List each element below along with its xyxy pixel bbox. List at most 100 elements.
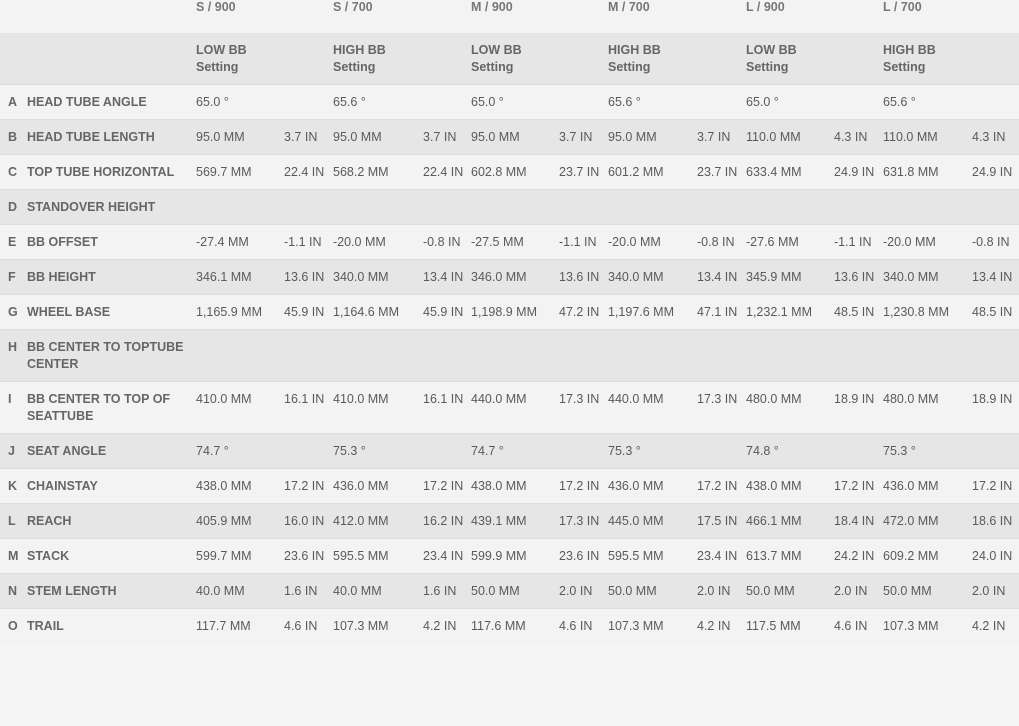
metric-value	[883, 329, 972, 382]
imperial-value: 13.6 IN	[834, 259, 883, 295]
imperial-value	[834, 84, 883, 120]
setting-word: Setting	[746, 60, 789, 74]
imperial-value	[423, 84, 471, 120]
geometry-row-i: I BB CENTER TO TOP OF SEATTUBE 410.0 MM 16.…	[0, 381, 1019, 434]
imperial-value: 13.6 IN	[559, 259, 608, 295]
row-label: STANDOVER HEIGHT	[27, 189, 196, 225]
metric-value: 340.0 MM	[883, 259, 972, 295]
imperial-value: 48.5 IN	[972, 294, 1019, 330]
imperial-value: 17.5 IN	[697, 503, 746, 539]
imperial-value: 13.4 IN	[423, 259, 471, 295]
imperial-value: 1.6 IN	[423, 573, 471, 609]
imperial-value: 24.0 IN	[972, 538, 1019, 574]
size-column-header: L / 900	[746, 0, 785, 14]
metric-value: 110.0 MM	[746, 119, 834, 155]
setting-type: HIGH BB	[608, 43, 661, 57]
size-column-header: M / 700	[608, 0, 650, 14]
metric-value: -27.6 MM	[746, 224, 834, 260]
setting-type: HIGH BB	[333, 43, 386, 57]
imperial-value	[423, 189, 471, 225]
metric-value: 1,197.6 MM	[608, 294, 697, 330]
metric-value: 65.0 °	[471, 84, 559, 120]
imperial-value	[423, 433, 471, 469]
imperial-value	[972, 189, 1019, 225]
row-label: SEAT ANGLE	[27, 433, 196, 469]
row-label: WHEEL BASE	[27, 294, 196, 330]
row-label: TOP TUBE HORIZONTAL	[27, 154, 196, 190]
metric-value: 50.0 MM	[883, 573, 972, 609]
setting-column-header: HIGH BB Setting	[333, 33, 471, 85]
imperial-value: 18.9 IN	[972, 381, 1019, 434]
setting-word: Setting	[333, 60, 376, 74]
imperial-value: 16.2 IN	[423, 503, 471, 539]
geometry-row-e: E BB OFFSET -27.4 MM -1.1 IN -20.0 MM -0.8 IN…	[0, 224, 1019, 260]
metric-value: 613.7 MM	[746, 538, 834, 574]
metric-value: 631.8 MM	[883, 154, 972, 190]
metric-value: 436.0 MM	[333, 468, 423, 504]
imperial-value: 23.4 IN	[697, 538, 746, 574]
imperial-value: 17.2 IN	[834, 468, 883, 504]
imperial-value: 18.4 IN	[834, 503, 883, 539]
metric-value: 595.5 MM	[608, 538, 697, 574]
imperial-value: 17.3 IN	[559, 381, 608, 434]
metric-value: 340.0 MM	[608, 259, 697, 295]
imperial-value: 17.2 IN	[284, 468, 333, 504]
setting-header-row: LOW BB Setting HIGH BB Setting LOW BB Setting…	[0, 33, 1019, 85]
metric-value: 601.2 MM	[608, 154, 697, 190]
imperial-value: 17.2 IN	[697, 468, 746, 504]
metric-value: -27.5 MM	[471, 224, 559, 260]
metric-value: 74.7 °	[471, 433, 559, 469]
imperial-value	[559, 433, 608, 469]
row-letter: O	[0, 608, 27, 643]
setting-type: LOW BB	[746, 43, 797, 57]
row-letter: H	[0, 329, 27, 382]
imperial-value: 16.0 IN	[284, 503, 333, 539]
row-letter: E	[0, 224, 27, 260]
metric-value	[333, 189, 423, 225]
imperial-value: -0.8 IN	[972, 224, 1019, 260]
metric-value: 472.0 MM	[883, 503, 972, 539]
imperial-value: 2.0 IN	[972, 573, 1019, 609]
imperial-value: 48.5 IN	[834, 294, 883, 330]
geometry-row-k: K CHAINSTAY 438.0 MM 17.2 IN 436.0 MM 17.2 IN…	[0, 468, 1019, 504]
metric-value: 568.2 MM	[333, 154, 423, 190]
imperial-value: 2.0 IN	[559, 573, 608, 609]
metric-value: 410.0 MM	[196, 381, 284, 434]
setting-word: Setting	[196, 60, 239, 74]
metric-value: 438.0 MM	[196, 468, 284, 504]
metric-value: 609.2 MM	[883, 538, 972, 574]
metric-value: 50.0 MM	[746, 573, 834, 609]
metric-value: 480.0 MM	[746, 381, 834, 434]
setting-word: Setting	[883, 60, 926, 74]
geometry-row-m: M STACK 599.7 MM 23.6 IN 595.5 MM 23.4 IN 599.…	[0, 538, 1019, 574]
geometry-row-b: B HEAD TUBE LENGTH 95.0 MM 3.7 IN 95.0 MM 3.7…	[0, 119, 1019, 155]
row-label: TRAIL	[27, 608, 196, 643]
metric-value: 74.8 °	[746, 433, 834, 469]
metric-value: 65.6 °	[883, 84, 972, 120]
row-letter: D	[0, 189, 27, 225]
imperial-value	[834, 329, 883, 382]
setting-column-header: LOW BB Setting	[746, 33, 883, 85]
metric-value: 65.0 °	[746, 84, 834, 120]
row-letter: I	[0, 381, 27, 434]
row-letter: L	[0, 503, 27, 539]
metric-value: 599.7 MM	[196, 538, 284, 574]
metric-value	[883, 189, 972, 225]
imperial-value: 24.2 IN	[834, 538, 883, 574]
imperial-value: 23.6 IN	[284, 538, 333, 574]
metric-value: 65.6 °	[333, 84, 423, 120]
imperial-value: 17.2 IN	[972, 468, 1019, 504]
metric-value: 40.0 MM	[196, 573, 284, 609]
size-column-header: S / 700	[333, 0, 373, 14]
metric-value: 50.0 MM	[608, 573, 697, 609]
imperial-value: 2.0 IN	[697, 573, 746, 609]
imperial-value	[972, 433, 1019, 469]
metric-value: 595.5 MM	[333, 538, 423, 574]
geometry-row-d: D STANDOVER HEIGHT	[0, 189, 1019, 225]
metric-value: -27.4 MM	[196, 224, 284, 260]
metric-value: 1,230.8 MM	[883, 294, 972, 330]
imperial-value	[423, 329, 471, 382]
imperial-value	[559, 329, 608, 382]
row-label: BB CENTER TO TOPTUBE CENTER	[27, 329, 196, 382]
metric-value: 439.1 MM	[471, 503, 559, 539]
